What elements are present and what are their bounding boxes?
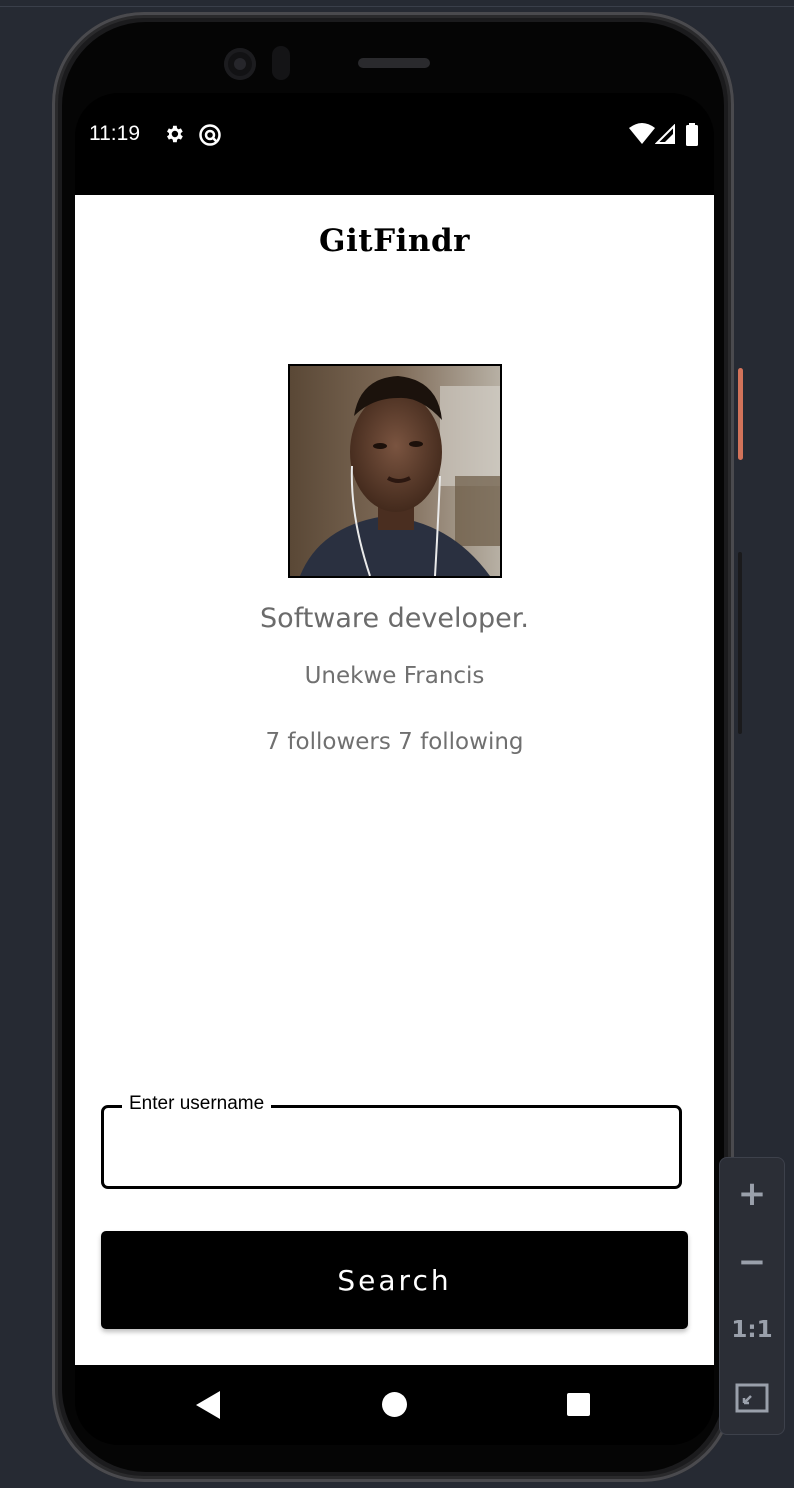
- username-field[interactable]: Enter username: [101, 1092, 682, 1189]
- volume-rocker[interactable]: [738, 552, 742, 734]
- actual-size-label: 1:1: [731, 1317, 773, 1343]
- profile-name: Unekwe Francis: [304, 663, 485, 689]
- zoom-in-button[interactable]: +: [720, 1164, 784, 1224]
- zoom-out-button[interactable]: −: [720, 1232, 784, 1292]
- battery-icon: [685, 123, 699, 150]
- zoom-in-icon: +: [737, 1174, 767, 1214]
- search-button[interactable]: Search: [101, 1231, 688, 1329]
- status-bar: 11:19: [75, 93, 714, 195]
- front-camera: [224, 48, 256, 80]
- profile-bio: Software developer.: [260, 603, 529, 634]
- gear-icon: [163, 123, 185, 149]
- app-content: GitFindr Software developer. Unekwe Fran…: [75, 195, 714, 1365]
- home-icon[interactable]: [382, 1392, 407, 1417]
- avatar: [288, 364, 502, 578]
- navigation-bar: [75, 1365, 714, 1445]
- wifi-icon: [629, 123, 655, 149]
- signal-icon: [654, 123, 677, 149]
- recents-icon[interactable]: [567, 1393, 590, 1416]
- window-top-rule: [0, 6, 794, 7]
- back-icon[interactable]: [196, 1391, 220, 1419]
- earpiece-speaker: [358, 58, 430, 68]
- fit-screen-icon: [735, 1383, 769, 1413]
- emulator-zoom-controls: + − 1:1: [719, 1157, 785, 1435]
- username-input[interactable]: [124, 1130, 658, 1168]
- zoom-out-icon: −: [737, 1242, 767, 1282]
- status-time: 11:19: [89, 122, 140, 145]
- fit-screen-button[interactable]: [720, 1368, 784, 1428]
- avatar-photo: [290, 366, 500, 576]
- at-sign-icon: [198, 123, 222, 151]
- app-title: GitFindr: [319, 223, 470, 259]
- username-field-label: Enter username: [122, 1092, 272, 1116]
- actual-size-button[interactable]: 1:1: [720, 1300, 784, 1360]
- follow-stats: 7 followers 7 following: [265, 729, 524, 755]
- phone-screen: 11:19 GitFindr Software developer. Unekw…: [75, 93, 714, 1445]
- proximity-sensor: [272, 46, 290, 80]
- power-button[interactable]: [738, 368, 743, 460]
